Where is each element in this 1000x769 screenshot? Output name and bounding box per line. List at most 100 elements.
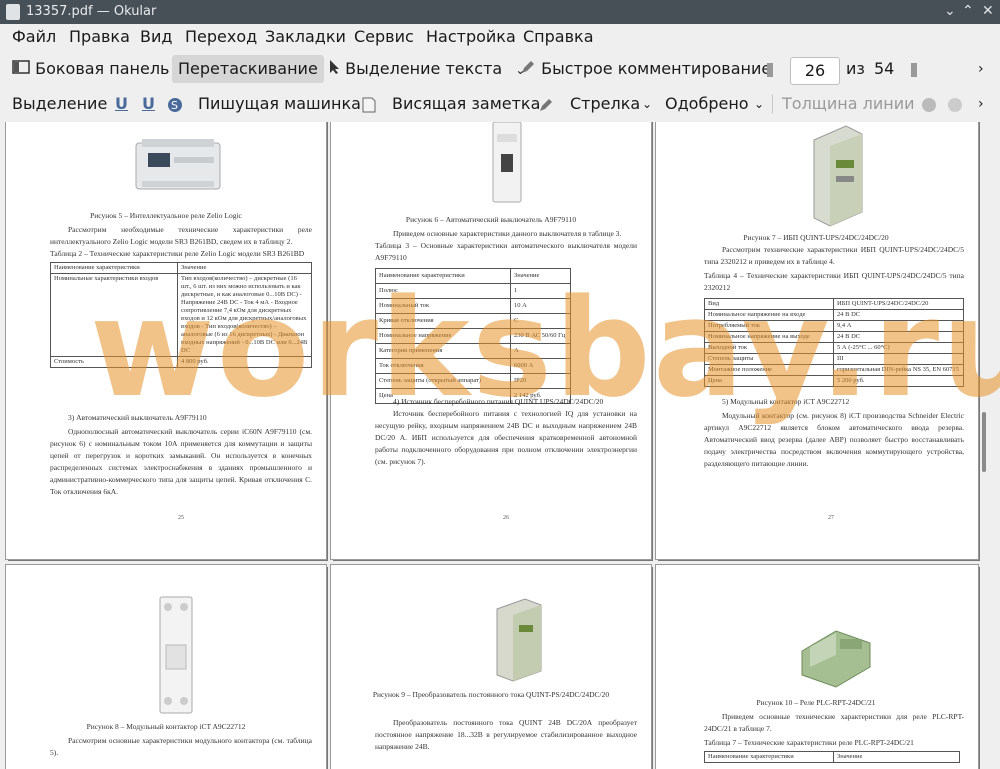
annotation-toolbar: Выделение U U S Пишущая машинка Висящая …	[0, 87, 1000, 121]
table-cell: А	[510, 343, 571, 359]
relay-plc-image	[801, 630, 871, 688]
table-header: ИБП QUINT-UPS/24DC/24DC/20	[833, 298, 964, 310]
previous-page-icon[interactable]	[766, 55, 774, 83]
maximize-icon[interactable]: ⌃	[962, 3, 974, 19]
table-title: Таблица 4 – Технические характеристики И…	[704, 271, 964, 292]
table-cell: Номинальный ток	[375, 298, 511, 314]
text-select-tool-button[interactable]: Выделение текста ⌄	[328, 55, 525, 83]
text-select-label: Выделение текста	[345, 59, 503, 78]
page-number-input[interactable]: 26	[790, 57, 840, 85]
section-heading: 5) Модульный контактор iCT A9C22712	[722, 397, 850, 406]
table-header: Значение	[510, 268, 571, 284]
paragraph: Модульный контактор (см. рисунок 8) iCT …	[704, 411, 964, 468]
page-number: 27	[828, 515, 834, 521]
sidebar-icon	[12, 56, 30, 84]
table-title: Таблица 3 – Основные характеристики авто…	[375, 241, 637, 262]
table-cell: Полюс	[375, 283, 511, 299]
table-cell: 24 В DC	[833, 309, 964, 321]
arrow-tool[interactable]: Стрелка	[570, 90, 640, 118]
figure-caption: Рисунок 7 – ИБП QUINT-UPS/24DC/24DC/20	[743, 233, 889, 242]
quick-annotations-button[interactable]: Быстрое комментирование	[520, 55, 771, 83]
note-icon[interactable]	[362, 90, 376, 118]
table-cell: 5 А (-25°С ... 60°С)	[833, 342, 964, 354]
table-cell: 4 800 руб.	[177, 356, 312, 368]
window-title: 13357.pdf — Okular	[26, 4, 157, 19]
table-cell: Потребляемый ток	[704, 320, 834, 332]
opacity-icon[interactable]	[946, 90, 964, 118]
paragraph: Однополюсный автоматический выключатель …	[50, 427, 312, 496]
minimize-icon[interactable]: ⌄	[944, 3, 956, 19]
table-cell: Цена	[704, 375, 834, 387]
document-viewport[interactable]: Рисунок 5 – Интеллектуальное реле Zelio …	[0, 122, 1000, 769]
section-heading: 4) Источник бесперебойного питания QUINT…	[393, 397, 604, 406]
table-cell: Стоимость	[50, 356, 178, 368]
arrow-dropdown-icon[interactable]: ⌄	[642, 90, 652, 118]
stamp-tool[interactable]: Одобрено	[665, 90, 749, 118]
table-cell: IP20	[510, 373, 571, 389]
browse-tool-button[interactable]: Перетаскивание	[172, 55, 324, 83]
table-header: Значение	[833, 751, 960, 763]
squiggle-icon[interactable]: U	[142, 90, 155, 118]
power-supply-image	[496, 598, 542, 682]
next-page-icon[interactable]	[910, 55, 918, 83]
ups-module-image	[813, 125, 863, 227]
underline-icon[interactable]: U	[115, 90, 128, 118]
table-header: Вид	[704, 298, 834, 310]
menu-view[interactable]: Вид	[140, 27, 172, 46]
close-icon[interactable]: ✕	[982, 3, 994, 19]
highlight-tool[interactable]: Выделение	[12, 90, 107, 118]
sidebar-label: Боковая панель	[35, 59, 170, 78]
table-cell: Номинальное напряжение на входе	[704, 309, 834, 321]
pdf-page-29: Рисунок 9 – Преобразователь постоянного …	[331, 565, 651, 769]
table-cell: горизонтальная DIN-рейка NS 35, EN 60715	[833, 364, 964, 376]
toolbar-overflow-icon[interactable]: ›	[978, 55, 984, 83]
typewriter-tool[interactable]: Пишущая машинка	[198, 90, 361, 118]
paragraph: Источник бесперебойного питания с технол…	[375, 409, 637, 466]
vertical-scrollbar[interactable]	[982, 412, 986, 472]
menu-settings[interactable]: Настройка	[426, 27, 516, 46]
toolbar-separator	[772, 94, 773, 114]
arrow-tool-icon[interactable]	[538, 90, 556, 118]
paragraph: Рассмотрим основные характеристики модул…	[50, 736, 312, 757]
menu-help[interactable]: Справка	[523, 27, 594, 46]
pdf-page-28: Рисунок 8 – Модульный контактор iCT A9C2…	[6, 565, 326, 769]
paragraph: Приведем основные технические характерис…	[704, 712, 964, 733]
table-header: Наименование характеристики	[50, 262, 178, 274]
table-cell: 5 200 руб.	[833, 375, 964, 387]
cursor-arrow-icon	[328, 56, 340, 84]
title-bar: 13357.pdf — Okular ⌄ ⌃ ✕	[0, 0, 1000, 24]
table-header: Наименование характеристики	[704, 751, 834, 763]
spec-table: Наименование характеристики Значение	[704, 751, 960, 763]
sidebar-button[interactable]: Боковая панель	[12, 55, 169, 83]
table-title: Таблица 2 – Технические характеристики р…	[50, 249, 305, 258]
quick-annotations-label: Быстрое комментирование	[541, 59, 772, 78]
popup-note-tool[interactable]: Висящая заметка	[392, 90, 540, 118]
figure-caption: Рисунок 9 – Преобразователь постоянного …	[372, 690, 610, 699]
table-header: Наименование характеристики	[375, 268, 511, 284]
page-total: 54	[874, 59, 895, 78]
page-number: 25	[178, 515, 184, 521]
svg-text:S: S	[171, 99, 178, 112]
zelio-relay-image	[135, 139, 221, 190]
table-cell: Тип входов(количество) – дискретные (16 …	[177, 273, 312, 357]
menu-bookmarks[interactable]: Закладки	[265, 27, 346, 46]
line-width-tool[interactable]: Толщина линии	[782, 90, 915, 118]
table-cell: Номинальные характеристики входов	[50, 273, 178, 357]
table-cell: Ток отключения	[375, 358, 511, 374]
toolbar2-overflow-icon[interactable]: ›	[978, 90, 984, 118]
stamp-dropdown-icon[interactable]: ⌄	[754, 90, 764, 118]
paragraph: Преобразователь постоянного тока QUINT 2…	[375, 718, 637, 751]
menu-file[interactable]: Файл	[12, 27, 56, 46]
table-cell: 10 А	[510, 298, 571, 314]
color-icon[interactable]	[920, 90, 938, 118]
menu-go[interactable]: Переход	[185, 27, 257, 46]
menu-tools[interactable]: Сервис	[354, 27, 414, 46]
table-cell: Категория применения	[375, 343, 511, 359]
table-cell: Номинальное напряжение	[375, 328, 511, 344]
strikeout-icon[interactable]: S	[166, 90, 184, 118]
menu-edit[interactable]: Правка	[69, 27, 130, 46]
menu-bar: Файл Правка Вид Переход Закладки Сервис …	[0, 24, 1000, 50]
table-cell: Кривая отключения	[375, 313, 511, 329]
table-cell: С	[510, 313, 571, 329]
table-header: Значение	[177, 262, 312, 274]
